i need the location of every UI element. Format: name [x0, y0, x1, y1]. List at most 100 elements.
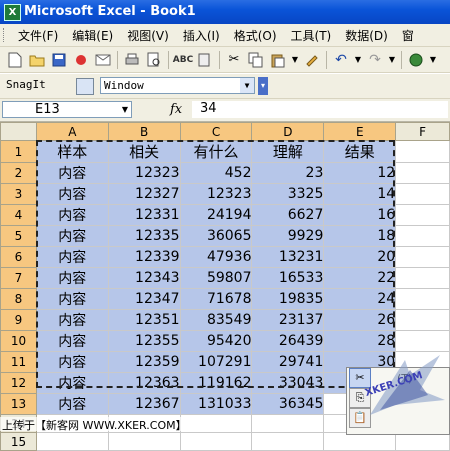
cell-e3[interactable]: 14 [323, 183, 397, 205]
chevron-down-icon[interactable]: ▼ [291, 51, 299, 69]
row-header[interactable]: 5 [0, 225, 37, 247]
column-header-e[interactable]: E [323, 122, 397, 141]
cell-f3[interactable] [395, 183, 450, 205]
row-header[interactable]: 8 [0, 288, 37, 310]
cell-c12[interactable]: 119162 [179, 372, 253, 394]
cell-e7[interactable]: 22 [323, 267, 397, 289]
snagit-capture-icon[interactable] [76, 78, 94, 95]
row-header[interactable]: 9 [0, 309, 37, 331]
cut-icon[interactable]: ✂ [225, 51, 243, 69]
spelling-icon[interactable]: ABC [173, 51, 193, 69]
menu-window[interactable]: 窗 [395, 27, 421, 44]
cell-b11[interactable]: 12359 [107, 351, 181, 373]
cell-b5[interactable]: 12335 [107, 225, 181, 247]
cell-c8[interactable]: 71678 [179, 288, 253, 310]
row-header[interactable]: 12 [0, 372, 37, 394]
row-header[interactable]: 10 [0, 330, 37, 352]
cell-a6[interactable]: 内容 [35, 246, 109, 268]
cell-b12[interactable]: 12363 [107, 372, 181, 394]
cell-c7[interactable]: 59807 [179, 267, 253, 289]
cell-e2[interactable]: 12 [323, 162, 397, 184]
cell-d10[interactable]: 26439 [251, 330, 325, 352]
cell-e4[interactable]: 16 [323, 204, 397, 226]
cell-b4[interactable]: 12331 [107, 204, 181, 226]
cell-a7[interactable]: 内容 [35, 267, 109, 289]
cell-c13[interactable]: 131033 [179, 393, 253, 415]
hyperlink-icon[interactable] [407, 51, 425, 69]
cell-a13[interactable]: 内容 [35, 393, 109, 415]
cell-c9[interactable]: 83549 [179, 309, 253, 331]
cell-e15[interactable] [323, 432, 397, 451]
cell-e1[interactable]: 结果 [323, 140, 397, 163]
cell-e6[interactable]: 20 [323, 246, 397, 268]
excel-app-icon[interactable]: X [4, 4, 21, 21]
cell-f7[interactable] [395, 267, 450, 289]
row-header[interactable]: 4 [0, 204, 37, 226]
cell-d13[interactable]: 36345 [251, 393, 325, 415]
cell-d7[interactable]: 16533 [251, 267, 325, 289]
menu-edit[interactable]: 编辑(E) [65, 27, 120, 44]
cell-b9[interactable]: 12351 [107, 309, 181, 331]
cell-c10[interactable]: 95420 [179, 330, 253, 352]
chevron-down-icon[interactable]: ▼ [429, 51, 437, 69]
cell-c15[interactable] [179, 432, 253, 451]
cell-f9[interactable] [395, 309, 450, 331]
column-header-f[interactable]: F [395, 122, 450, 141]
cell-c11[interactable]: 107291 [179, 351, 253, 373]
menu-tools[interactable]: 工具(T) [284, 27, 339, 44]
research-icon[interactable] [196, 51, 214, 69]
cell-d6[interactable]: 13231 [251, 246, 325, 268]
cell-d11[interactable]: 29741 [251, 351, 325, 373]
cell-b15[interactable] [107, 432, 181, 451]
print-preview-icon[interactable] [145, 51, 163, 69]
cell-d14[interactable] [251, 414, 325, 433]
menu-format[interactable]: 格式(O) [227, 27, 284, 44]
cell-b7[interactable]: 12343 [107, 267, 181, 289]
cell-e5[interactable]: 18 [323, 225, 397, 247]
cell-a9[interactable]: 内容 [35, 309, 109, 331]
chevron-down-icon[interactable]: ▼ [388, 51, 396, 69]
permission-icon[interactable] [72, 51, 90, 69]
cell-e8[interactable]: 24 [323, 288, 397, 310]
redo-icon[interactable]: ↷ [366, 51, 384, 69]
cell-c6[interactable]: 47936 [179, 246, 253, 268]
cell-c2[interactable]: 452 [179, 162, 253, 184]
cell-a5[interactable]: 内容 [35, 225, 109, 247]
cell-a15[interactable] [35, 432, 109, 451]
cell-a11[interactable]: 内容 [35, 351, 109, 373]
menu-view[interactable]: 视图(V) [120, 27, 176, 44]
name-box[interactable]: E13 ▼ [2, 101, 132, 118]
snagit-button[interactable]: SnagIt [6, 78, 46, 91]
row-header[interactable]: 1 [0, 140, 37, 163]
chevron-down-icon[interactable]: ▼ [240, 78, 254, 93]
column-header-b[interactable]: B [107, 122, 181, 141]
cell-b2[interactable]: 12323 [107, 162, 181, 184]
cell-e9[interactable]: 26 [323, 309, 397, 331]
cell-b6[interactable]: 12339 [107, 246, 181, 268]
copy-icon[interactable] [247, 51, 265, 69]
select-all-corner[interactable] [0, 122, 37, 141]
cell-a12[interactable]: 内容 [35, 372, 109, 394]
cell-d1[interactable]: 理解 [251, 140, 325, 163]
cell-b10[interactable]: 12355 [107, 330, 181, 352]
new-document-icon[interactable] [6, 51, 24, 69]
row-header[interactable]: 7 [0, 267, 37, 289]
print-icon[interactable] [123, 51, 141, 69]
undo-icon[interactable]: ↶ [332, 51, 350, 69]
cell-a3[interactable]: 内容 [35, 183, 109, 205]
insert-function-icon[interactable]: fx [170, 102, 182, 117]
cell-f15[interactable] [395, 432, 450, 451]
cell-d12[interactable]: 33043 [251, 372, 325, 394]
open-folder-icon[interactable] [28, 51, 46, 69]
cell-c5[interactable]: 36065 [179, 225, 253, 247]
toolbar-options-icon[interactable]: ▾ [258, 77, 268, 95]
cell-b8[interactable]: 12347 [107, 288, 181, 310]
format-painter-icon[interactable] [303, 51, 321, 69]
menu-grip-handle[interactable] [3, 28, 7, 42]
chevron-down-icon[interactable]: ▼ [354, 51, 362, 69]
row-header[interactable]: 15 [0, 432, 37, 451]
cell-a8[interactable]: 内容 [35, 288, 109, 310]
cell-f6[interactable] [395, 246, 450, 268]
capture-mode-select[interactable]: Window ▼ [100, 77, 255, 94]
cell-a2[interactable]: 内容 [35, 162, 109, 184]
